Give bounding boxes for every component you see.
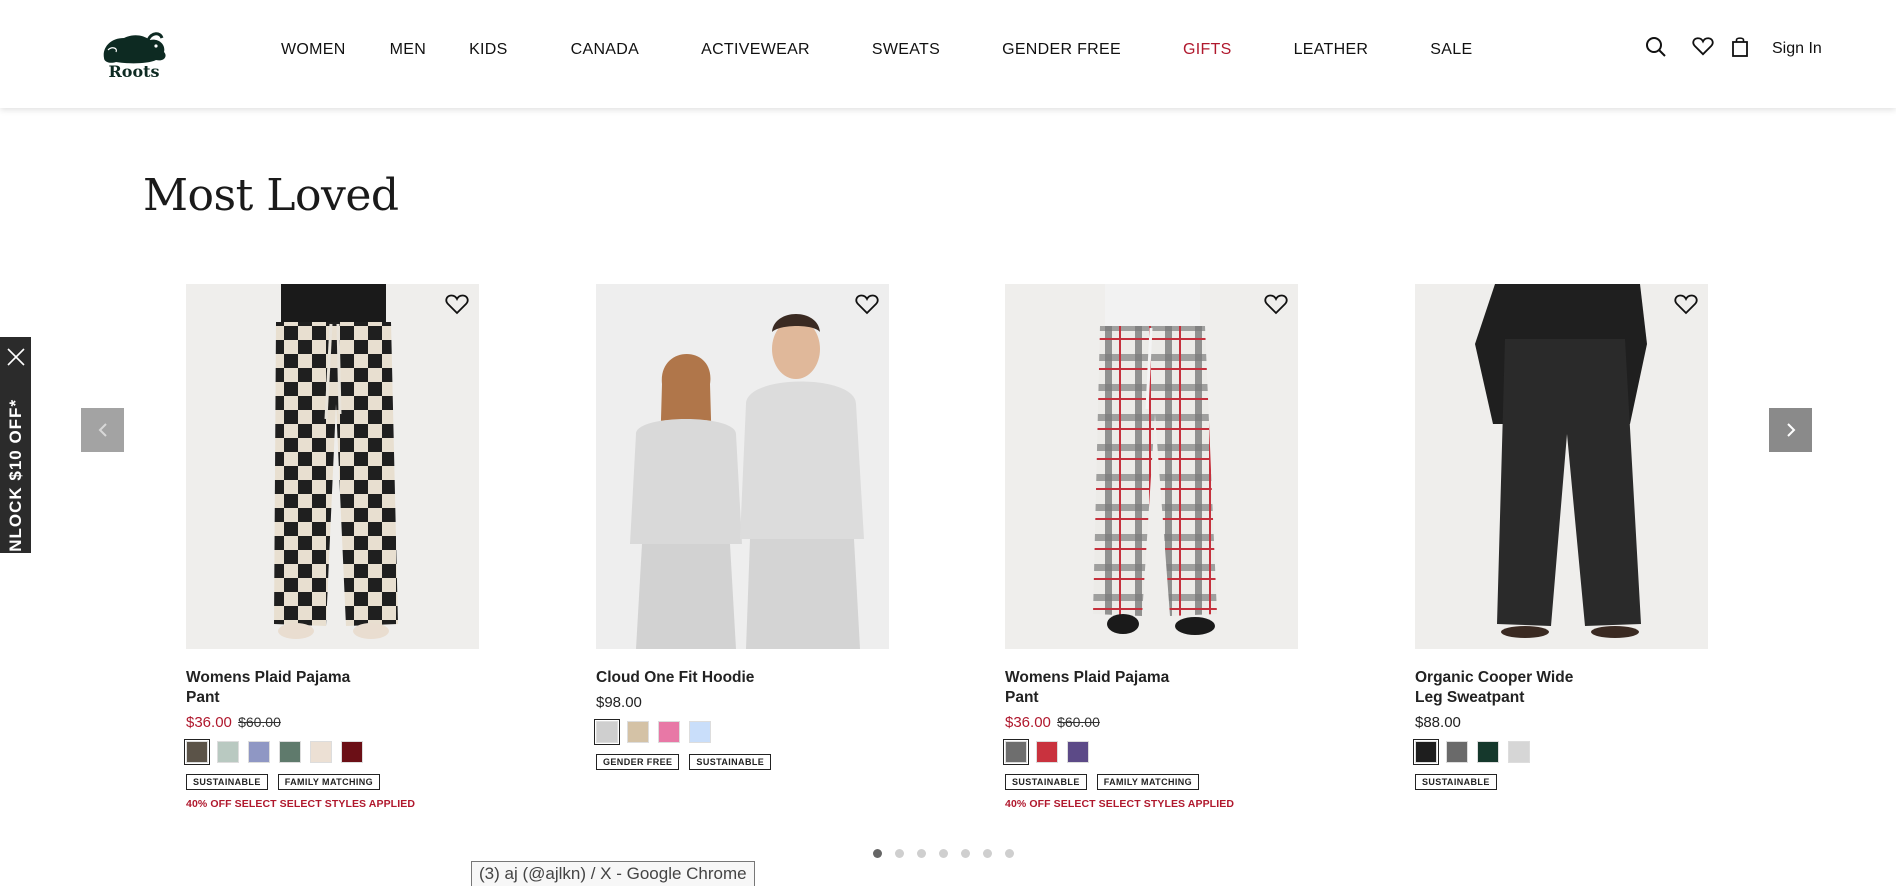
color-swatch[interactable] xyxy=(1477,741,1499,763)
product-name[interactable]: Cloud One Fit Hoodie xyxy=(596,668,856,688)
product-photo xyxy=(1005,284,1298,649)
color-swatches xyxy=(184,739,479,765)
nav-leather[interactable]: LEATHER xyxy=(1294,41,1369,59)
roots-logo[interactable]: Roots xyxy=(98,28,170,82)
logo-wordmark: Roots xyxy=(108,62,160,81)
product-photo xyxy=(186,284,479,649)
color-swatch[interactable] xyxy=(248,741,270,763)
carousel-dot[interactable] xyxy=(873,849,882,858)
window-tooltip: (3) aj (@ajlkn) / X - Google Chrome xyxy=(471,861,755,886)
color-swatch[interactable] xyxy=(341,741,363,763)
product-card[interactable]: Womens Plaid Pajama Pant $36.00 $60.00 S… xyxy=(184,284,479,810)
badge-sustainable: SUSTAINABLE xyxy=(1005,774,1087,790)
product-badges: GENDER FREE SUSTAINABLE xyxy=(596,754,889,770)
color-swatch[interactable] xyxy=(689,721,711,743)
original-price: $60.00 xyxy=(1057,714,1100,730)
color-swatch[interactable] xyxy=(1067,741,1089,763)
product-card[interactable]: Womens Plaid Pajama Pant $36.00 $60.00 S… xyxy=(1003,284,1298,810)
color-swatch[interactable] xyxy=(1413,739,1439,765)
color-swatches xyxy=(1003,739,1298,765)
color-swatches xyxy=(594,719,889,745)
original-price: $60.00 xyxy=(238,714,281,730)
product-price: $88.00 xyxy=(1415,714,1461,731)
color-swatch[interactable] xyxy=(1446,741,1468,763)
section-title: Most Loved xyxy=(143,170,399,221)
product-price: $98.00 xyxy=(596,694,642,711)
nav-gender-free[interactable]: GENDER FREE xyxy=(1002,41,1121,59)
carousel-dot[interactable] xyxy=(961,849,970,858)
product-card[interactable]: Cloud One Fit Hoodie $98.00 GENDER FREE … xyxy=(594,284,889,770)
site-header: Roots WOMEN MEN KIDS CANADA ACTIVEWEAR S… xyxy=(0,0,1896,108)
color-swatch[interactable] xyxy=(1036,741,1058,763)
chevron-right-icon xyxy=(1786,423,1795,437)
product-image[interactable] xyxy=(1005,284,1298,649)
nav-activewear[interactable]: ACTIVEWEAR xyxy=(701,41,810,59)
color-swatch[interactable] xyxy=(627,721,649,743)
badge-sustainable: SUSTAINABLE xyxy=(186,774,268,790)
badge-gender-free: GENDER FREE xyxy=(596,754,680,770)
badge-family-matching: FAMILY MATCHING xyxy=(277,774,381,790)
badge-family-matching: FAMILY MATCHING xyxy=(1096,774,1200,790)
product-photo xyxy=(596,284,889,649)
carousel-dot[interactable] xyxy=(939,849,948,858)
nav-canada[interactable]: CANADA xyxy=(571,41,639,59)
badge-sustainable: SUSTAINABLE xyxy=(1415,774,1497,790)
search-icon[interactable] xyxy=(1645,36,1667,58)
product-image[interactable] xyxy=(596,284,889,649)
color-swatch[interactable] xyxy=(279,741,301,763)
product-image[interactable] xyxy=(1415,284,1708,649)
nav-sweats[interactable]: SWEATS xyxy=(872,41,940,59)
wishlist-heart-icon[interactable] xyxy=(445,293,469,315)
product-badges: SUSTAINABLE FAMILY MATCHING xyxy=(186,774,479,790)
color-swatch[interactable] xyxy=(594,719,620,745)
sale-price: $36.00 xyxy=(186,714,232,731)
color-swatch[interactable] xyxy=(1508,741,1530,763)
color-swatch[interactable] xyxy=(658,721,680,743)
product-name[interactable]: Womens Plaid Pajama Pant xyxy=(186,668,356,708)
color-swatch[interactable] xyxy=(1003,739,1029,765)
color-swatch[interactable] xyxy=(217,741,239,763)
carousel-pagination xyxy=(873,849,1014,858)
sale-price: $36.00 xyxy=(1005,714,1051,731)
sign-in-link[interactable]: Sign In xyxy=(1772,40,1822,58)
product-price: $36.00 $60.00 xyxy=(186,714,479,731)
carousel-dot[interactable] xyxy=(1005,849,1014,858)
close-icon[interactable] xyxy=(6,347,26,367)
product-badges: SUSTAINABLE FAMILY MATCHING xyxy=(1005,774,1298,790)
wishlist-heart-icon[interactable] xyxy=(855,293,879,315)
carousel-next-button[interactable] xyxy=(1769,408,1812,452)
badge-sustainable: SUSTAINABLE xyxy=(689,754,772,770)
promo-message: 40% OFF SELECT SELECT STYLES APPLIED xyxy=(1005,798,1234,810)
product-name[interactable]: Womens Plaid Pajama Pant xyxy=(1005,668,1175,708)
product-price: $36.00 $60.00 xyxy=(1005,714,1298,731)
bag-icon[interactable] xyxy=(1731,36,1749,57)
promo-side-tab[interactable]: UNLOCK $10 OFF* xyxy=(0,337,31,565)
nav-men[interactable]: MEN xyxy=(390,41,426,59)
nav-sale[interactable]: SALE xyxy=(1430,41,1472,59)
wishlist-heart-icon[interactable] xyxy=(1674,293,1698,315)
color-swatch[interactable] xyxy=(310,741,332,763)
wishlist-heart-icon[interactable] xyxy=(1264,293,1288,315)
carousel-dot[interactable] xyxy=(895,849,904,858)
main-nav: WOMEN MEN KIDS CANADA ACTIVEWEAR SWEATS … xyxy=(281,41,1472,59)
product-photo xyxy=(1415,284,1708,649)
color-swatches xyxy=(1413,739,1708,765)
color-swatch[interactable] xyxy=(184,739,210,765)
nav-gifts[interactable]: GIFTS xyxy=(1183,41,1232,59)
carousel-dot[interactable] xyxy=(983,849,992,858)
heart-icon[interactable] xyxy=(1692,36,1714,56)
product-badges: SUSTAINABLE xyxy=(1415,774,1708,790)
carousel-prev-button[interactable] xyxy=(81,408,124,452)
nav-women[interactable]: WOMEN xyxy=(281,41,346,59)
nav-kids[interactable]: KIDS xyxy=(469,41,508,59)
product-image[interactable] xyxy=(186,284,479,649)
promo-tab-label: UNLOCK $10 OFF* xyxy=(6,398,25,566)
promo-message: 40% OFF SELECT SELECT STYLES APPLIED xyxy=(186,798,415,810)
carousel-dot[interactable] xyxy=(917,849,926,858)
product-card[interactable]: Organic Cooper Wide Leg Sweatpant $88.00… xyxy=(1413,284,1708,790)
chevron-left-icon xyxy=(98,423,107,437)
product-name[interactable]: Organic Cooper Wide Leg Sweatpant xyxy=(1415,668,1585,708)
